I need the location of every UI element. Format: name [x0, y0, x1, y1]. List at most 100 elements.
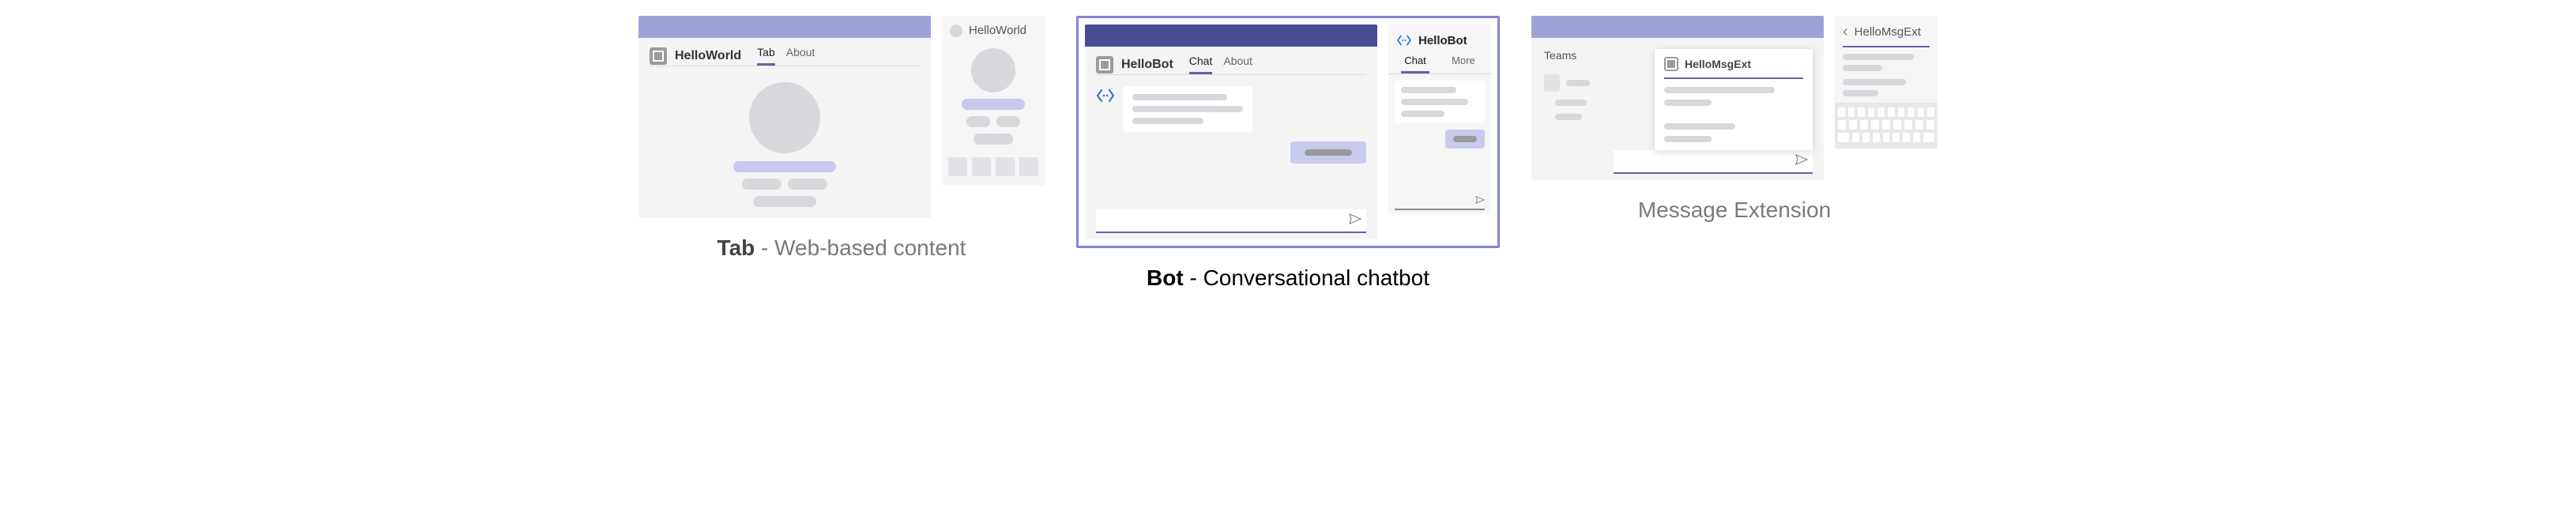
sidebar-subitem[interactable]: [1544, 100, 1590, 106]
nav-item[interactable]: [1019, 157, 1038, 176]
placeholder-line: [1401, 87, 1456, 93]
msgext-caption: Message Extension: [1638, 198, 1831, 223]
placeholder-line: [742, 179, 781, 190]
bot-avatar-icon: [1396, 32, 1412, 48]
window-titlebar: [638, 16, 931, 38]
tab-caption: Tab - Web-based content: [717, 235, 966, 261]
placeholder-line: [1132, 106, 1243, 112]
bot-message-row: [1096, 86, 1366, 132]
msgext-main-pane: HelloMsgExt: [1602, 38, 1824, 180]
tab-mobile-title: HelloWorld: [969, 24, 1026, 37]
sidebar-title: Teams: [1544, 49, 1590, 62]
placeholder-line: [1401, 111, 1444, 117]
bot-mobile-title: HelloBot: [1418, 34, 1467, 47]
nav-item[interactable]: [972, 157, 991, 176]
message-composer[interactable]: [1096, 209, 1366, 233]
nav-item[interactable]: [948, 157, 967, 176]
msgext-desktop-mock: Teams: [1531, 16, 1824, 180]
app-icon: [1096, 56, 1113, 73]
bot-mobile-chat: [1388, 74, 1491, 193]
placeholder-line: [1664, 100, 1712, 106]
tab-content: [638, 66, 931, 218]
back-icon[interactable]: ‹: [1843, 24, 1848, 40]
placeholder-line: [1843, 90, 1878, 96]
placeholder-line: [733, 161, 836, 172]
msgext-results-list: [1835, 47, 1938, 103]
placeholder-line: [1401, 99, 1468, 105]
user-reply-bubble: [1290, 141, 1366, 164]
team-icon: [1544, 74, 1560, 92]
send-icon[interactable]: [1475, 195, 1485, 206]
window-titlebar: [1531, 16, 1824, 38]
bottom-nav[interactable]: [948, 157, 1038, 176]
bot-mobile-header: HelloBot: [1388, 24, 1491, 55]
send-icon[interactable]: [1349, 213, 1361, 228]
mobile-keyboard[interactable]: [1835, 103, 1938, 149]
capability-row: HelloWorld Tab About: [16, 16, 2560, 291]
placeholder-line: [966, 116, 990, 127]
mobile-tab-chat[interactable]: Chat: [1401, 55, 1429, 73]
window-titlebar: [1085, 24, 1377, 47]
placeholder-line: [1843, 79, 1906, 85]
sidebar-subitem[interactable]: [1544, 114, 1590, 120]
bot-caption: Bot - Conversational chatbot: [1147, 265, 1429, 291]
placeholder-line: [1555, 100, 1587, 106]
tab-app-tabs[interactable]: Tab About: [757, 46, 815, 66]
send-icon[interactable]: [1795, 154, 1808, 169]
msgext-mobile-header: ‹ HelloMsgExt: [1835, 16, 1938, 46]
bot-mobile-tabs[interactable]: Chat More: [1388, 55, 1491, 73]
mobile-message-composer[interactable]: [1395, 193, 1485, 210]
avatar-placeholder: [749, 82, 820, 153]
tab-app-header: HelloWorld Tab About: [638, 38, 931, 66]
nav-item[interactable]: [996, 157, 1015, 176]
msgext-popup-title: HelloMsgExt: [1685, 58, 1751, 70]
bot-app-name: HelloBot: [1121, 58, 1173, 72]
app-icon: [1664, 57, 1678, 71]
avatar-placeholder: [971, 48, 1015, 92]
placeholder-line: [1843, 65, 1882, 71]
app-icon: [650, 47, 667, 65]
placeholder-line: [1132, 118, 1203, 124]
user-reply-bubble: [1445, 130, 1485, 149]
msgext-mobile-mock: ‹ HelloMsgExt: [1835, 16, 1938, 149]
tab-item-tab[interactable]: Tab: [757, 46, 775, 66]
avatar-icon: [950, 24, 962, 37]
placeholder-line: [788, 179, 827, 190]
bot-chat-body: [1085, 75, 1377, 209]
accent-underline: [1664, 77, 1803, 79]
placeholder-line: [962, 99, 1025, 110]
bot-app-tabs[interactable]: Chat About: [1189, 55, 1252, 74]
placeholder-line: [974, 134, 1013, 145]
placeholder-line: [1555, 114, 1582, 120]
tab-item-chat[interactable]: Chat: [1189, 55, 1213, 74]
bot-message-bubble: [1395, 81, 1485, 123]
placeholder-line: [1566, 80, 1590, 86]
bot-app-header: HelloBot Chat About: [1085, 47, 1377, 74]
placeholder-line: [1132, 94, 1227, 100]
tab-desktop-mock: HelloWorld Tab About: [638, 16, 931, 218]
bot-mobile-mock: HelloBot Chat More: [1388, 24, 1491, 215]
message-composer[interactable]: [1614, 150, 1813, 174]
tab-mobile-content: [942, 43, 1045, 186]
tab-mobile-mock: HelloWorld: [942, 16, 1045, 186]
placeholder-line: [996, 116, 1020, 127]
tab-mobile-header: HelloWorld: [942, 16, 1045, 43]
tab-app-name: HelloWorld: [675, 49, 741, 63]
tab-panels: HelloWorld Tab About: [638, 16, 1045, 218]
bot-desktop-mock: HelloBot Chat About: [1085, 24, 1377, 239]
mobile-tab-more[interactable]: More: [1448, 55, 1478, 73]
bot-column: HelloBot Chat About: [1076, 16, 1500, 291]
bot-message-bubble: [1123, 86, 1252, 132]
placeholder-line: [753, 196, 816, 207]
msgext-column: Teams: [1531, 16, 1938, 223]
tab-item-about[interactable]: About: [1223, 55, 1252, 74]
placeholder-line: [1664, 87, 1775, 93]
tab-item-about[interactable]: About: [786, 46, 815, 66]
msgext-popup[interactable]: HelloMsgExt: [1655, 49, 1813, 150]
sidebar-item[interactable]: [1544, 74, 1590, 92]
msgext-mobile-title: HelloMsgExt: [1855, 25, 1921, 39]
bot-avatar-icon: [1096, 86, 1115, 105]
bot-panels-selected: HelloBot Chat About: [1076, 16, 1500, 248]
tab-column: HelloWorld Tab About: [638, 16, 1045, 261]
placeholder-line: [1664, 136, 1712, 142]
